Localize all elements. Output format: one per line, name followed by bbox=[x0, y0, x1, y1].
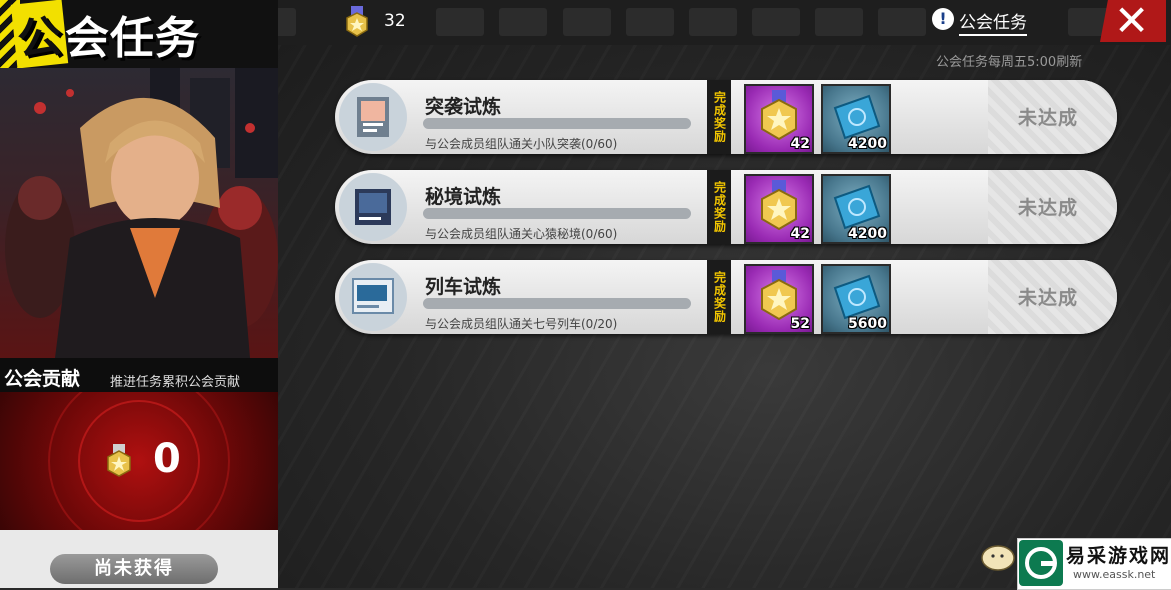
title-block: 公会任务 bbox=[0, 0, 278, 69]
refresh-note: 公会任务每周五5:00刷新 bbox=[936, 55, 1083, 70]
task-icon bbox=[339, 173, 407, 241]
reward-quantity: 4200 bbox=[848, 136, 887, 152]
contribution-title: 公会贡献 bbox=[4, 368, 81, 390]
info-icon[interactable]: ! bbox=[932, 8, 954, 30]
reward-tag: 完成奖励 bbox=[707, 80, 731, 154]
contribution-subtitle: 推进任务累积公会贡献 bbox=[110, 375, 241, 390]
top-bar-slot bbox=[752, 8, 800, 36]
page-title: 公会任务 bbox=[10, 0, 200, 69]
reward-quantity: 52 bbox=[790, 316, 810, 332]
guild-task-help-link[interactable]: 公会任务 bbox=[959, 8, 1027, 36]
task-state-label: 未达成 bbox=[1017, 197, 1078, 219]
task-progress-bar bbox=[423, 298, 691, 309]
reward-medal-item[interactable]: 52 bbox=[744, 264, 814, 334]
reward-quantity: 5600 bbox=[848, 316, 887, 332]
reward-medal-item[interactable]: 42 bbox=[744, 84, 814, 154]
task-row[interactable]: 列车试炼 与公会成员组队通关七号列车(0/20) 完成奖励 52 5600 未达… bbox=[335, 260, 1117, 334]
guild-coin-count: 32 bbox=[384, 11, 406, 31]
top-bar-slot bbox=[499, 8, 547, 36]
contribution-value: 0 bbox=[153, 436, 181, 482]
guild-character-art bbox=[0, 68, 278, 358]
contribution-status-button[interactable]: 尚未获得 bbox=[50, 554, 218, 584]
guild-coin-counter bbox=[342, 6, 422, 38]
task-state-label: 未达成 bbox=[1017, 287, 1078, 309]
reward-medal-item[interactable]: 42 bbox=[744, 174, 814, 244]
top-bar-slot bbox=[878, 8, 926, 36]
watermark-url: www.eassk.net bbox=[1073, 568, 1156, 581]
reward-tag: 完成奖励 bbox=[707, 170, 731, 244]
top-bar-slot bbox=[436, 8, 484, 36]
task-name: 秘境试炼 bbox=[425, 186, 502, 208]
reward-ticket-item[interactable]: 4200 bbox=[821, 174, 891, 244]
reward-ticket-item[interactable]: 5600 bbox=[821, 264, 891, 334]
task-progress-bar bbox=[423, 208, 691, 219]
top-bar-slot bbox=[563, 8, 611, 36]
task-name: 突袭试炼 bbox=[425, 96, 502, 118]
task-description: 与公会成员组队通关七号列车(0/20) bbox=[425, 317, 618, 331]
top-bar-slot bbox=[689, 8, 737, 36]
close-icon[interactable]: ✕ bbox=[1114, 0, 1149, 46]
task-icon bbox=[339, 83, 407, 151]
guild-medal-icon bbox=[107, 444, 131, 477]
watermark-logo-icon bbox=[1019, 540, 1063, 586]
task-row[interactable]: 突袭试炼 与公会成员组队通关小队突袭(0/60) 完成奖励 42 4200 未达… bbox=[335, 80, 1117, 154]
task-row[interactable]: 秘境试炼 与公会成员组队通关心猿秘境(0/60) 完成奖励 42 4200 未达… bbox=[335, 170, 1117, 244]
reward-quantity: 42 bbox=[790, 136, 810, 152]
reward-ticket-item[interactable]: 4200 bbox=[821, 84, 891, 154]
reward-quantity: 42 bbox=[790, 226, 810, 242]
task-icon bbox=[339, 263, 407, 331]
top-bar-slot bbox=[815, 8, 863, 36]
reward-quantity: 4200 bbox=[848, 226, 887, 242]
task-description: 与公会成员组队通关小队突袭(0/60) bbox=[425, 137, 618, 151]
contribution-panel bbox=[0, 392, 278, 530]
reward-tag: 完成奖励 bbox=[707, 260, 731, 334]
task-description: 与公会成员组队通关心猿秘境(0/60) bbox=[425, 227, 618, 241]
watermark-title: 易采游戏网 bbox=[1066, 545, 1171, 567]
task-name: 列车试炼 bbox=[425, 276, 502, 298]
task-progress-bar bbox=[423, 118, 691, 129]
top-bar-slot bbox=[626, 8, 674, 36]
guild-medal-icon bbox=[346, 6, 368, 37]
task-state-label: 未达成 bbox=[1017, 107, 1078, 129]
mascot-icon bbox=[981, 545, 1015, 571]
